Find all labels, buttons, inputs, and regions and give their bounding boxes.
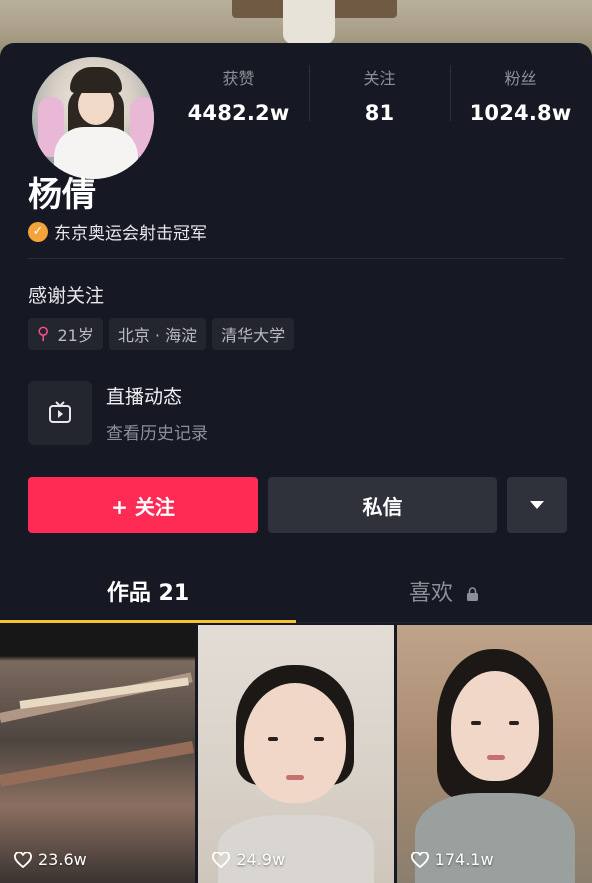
stat-following[interactable]: 关注 81 <box>309 61 450 131</box>
tag-age-text: 21岁 <box>57 326 94 345</box>
divider <box>28 258 564 259</box>
live-title: 直播动态 <box>106 386 183 408</box>
video-likes-count: 23.6w <box>38 850 87 869</box>
heart-icon <box>410 851 429 868</box>
video-likes: 23.6w <box>14 850 87 869</box>
follow-button[interactable]: + 关注 <box>28 477 258 533</box>
profile-tags: ⚲ 21岁 北京 · 海淀 清华大学 <box>28 318 295 350</box>
stat-label: 粉丝 <box>504 69 537 88</box>
live-history-entry[interactable]: 直播动态 查看历史记录 <box>28 381 208 445</box>
stat-followers[interactable]: 粉丝 1024.8w <box>450 61 591 131</box>
stat-value: 81 <box>364 101 395 125</box>
more-dropdown-button[interactable] <box>507 477 567 533</box>
profile-stats: 获赞 4482.2w 关注 81 粉丝 1024.8w <box>168 61 592 131</box>
lock-icon <box>467 586 478 601</box>
tab-likes[interactable]: 喜欢 <box>296 563 592 622</box>
tag-location[interactable]: 北京 · 海淀 <box>108 318 207 350</box>
female-icon: ⚲ <box>37 324 50 344</box>
video-likes-count: 24.9w <box>236 850 286 869</box>
profile-bio: 感谢关注 <box>28 285 105 307</box>
tag-age: ⚲ 21岁 <box>28 318 103 350</box>
stat-value: 1024.8w <box>469 101 572 125</box>
stat-label: 关注 <box>363 69 396 88</box>
video-likes: 174.1w <box>410 850 494 869</box>
stat-value: 4482.2w <box>187 101 290 125</box>
profile-sheet: 获赞 4482.2w 关注 81 粉丝 1024.8w 杨倩 ✓ 东京奥运会射击… <box>0 43 592 883</box>
stat-likes-received[interactable]: 获赞 4482.2w <box>168 61 309 131</box>
heart-icon <box>14 851 32 868</box>
heart-icon <box>212 851 231 868</box>
stat-label: 获赞 <box>222 69 255 88</box>
verified-text: 东京奥运会射击冠军 <box>54 224 207 244</box>
verified-check-icon: ✓ <box>28 221 48 242</box>
message-button[interactable]: 私信 <box>268 477 497 533</box>
content-tabs: 作品 21 喜欢 <box>0 563 592 623</box>
video-thumbnail[interactable]: 23.6w <box>0 625 196 883</box>
video-grid: 23.6w 24.9w 174.1w <box>0 625 592 883</box>
verified-row: ✓ 东京奥运会射击冠军 <box>28 219 207 244</box>
live-subtitle: 查看历史记录 <box>106 424 208 444</box>
tab-works-label: 作品 21 <box>106 581 190 606</box>
tag-school[interactable]: 清华大学 <box>212 318 295 350</box>
video-likes-count: 174.1w <box>434 850 494 869</box>
avatar[interactable] <box>28 53 158 183</box>
profile-name: 杨倩 <box>28 175 96 215</box>
tag-location-text: 北京 · 海淀 <box>117 326 198 345</box>
live-tv-icon <box>28 381 92 445</box>
tag-school-text: 清华大学 <box>221 326 286 345</box>
video-likes: 24.9w <box>212 850 285 869</box>
video-thumbnail[interactable]: 24.9w <box>198 625 394 883</box>
triangle-down-icon <box>530 501 544 509</box>
tab-likes-label: 喜欢 <box>408 581 453 606</box>
action-bar: + 关注 私信 <box>28 477 567 533</box>
video-thumbnail[interactable]: 174.1w <box>396 625 592 883</box>
tab-works[interactable]: 作品 21 <box>0 563 296 623</box>
